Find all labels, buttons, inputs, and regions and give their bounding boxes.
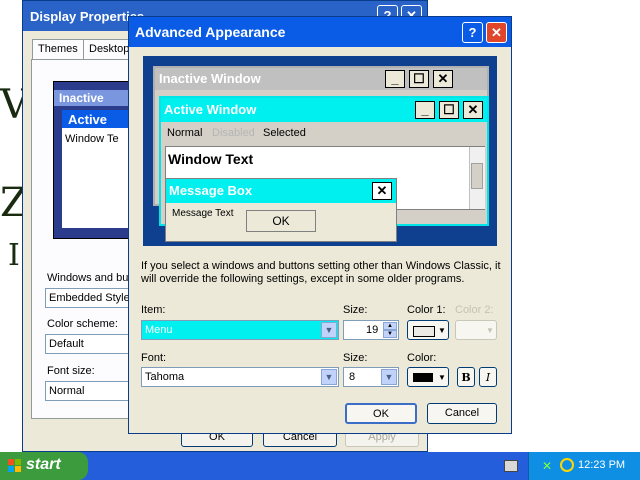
font-color-swatch [413,373,433,382]
menu-selected: Selected [263,127,306,139]
italic-toggle-button[interactable]: I [479,367,497,387]
start-label: start [26,456,61,473]
bold-toggle-button[interactable]: B [457,367,475,387]
clock[interactable]: 12:23 PM [578,459,625,471]
maximize-glyph: ☐ [413,71,425,86]
advanced-appearance-dialog: Advanced Appearance ? ✕ Inactive Window … [128,16,512,434]
item-label: Item: [141,304,166,316]
maximize-glyph: ☐ [443,102,455,117]
maximize-icon: ☐ [439,101,459,119]
network-icon[interactable]: ✕ [542,459,556,473]
chevron-down-icon: ▼ [438,373,446,382]
spinner-down-icon[interactable]: ▼ [383,330,397,338]
advanced-appearance-titlebar[interactable]: Advanced Appearance ? ✕ [129,17,511,47]
windows-buttons-label: Windows and but [47,272,132,284]
close-icon: ✕ [433,70,453,88]
help-button[interactable]: ? [462,22,483,43]
preview-scrollbar [469,147,485,209]
color-scheme-select[interactable]: Default [45,334,135,354]
maximize-icon: ☐ [409,70,429,88]
font-size-label: Size: [343,352,368,364]
inactive-window-title: Inactive Window [159,71,261,86]
cancel-button[interactable]: Cancel [427,403,497,424]
minimize-icon: _ [415,101,435,119]
preview-ok-button: OK [246,210,316,232]
bold-icon: B [461,371,471,384]
select-value: Tahoma [145,371,185,383]
minimize-glyph: _ [421,102,429,117]
preview-message-box: Message Box ✕ Message Text OK [165,178,397,242]
close-glyph: ✕ [376,183,388,198]
menu-disabled: Disabled [212,127,255,139]
ok-button[interactable]: OK [345,403,417,424]
close-icon: ✕ [463,101,483,119]
close-glyph: ✕ [467,102,479,117]
appearance-preview-area[interactable]: Inactive Window _ ☐ ✕ Active Window _ ☐ … [143,56,497,246]
button-label: Cancel [444,407,480,419]
select-value: Default [49,338,84,350]
active-window-title: Active [68,112,108,127]
chevron-down-icon: ▼ [438,326,446,335]
active-window-titlebar: Active Window _ ☐ ✕ [161,98,487,122]
chevron-down-icon[interactable]: ▼ [321,322,337,338]
dialog-title: Advanced Appearance [135,24,286,40]
font-size-select[interactable]: 8 ▼ [343,367,399,387]
color1-label: Color 1: [407,304,446,316]
minimize-glyph: _ [391,71,399,86]
keyboard-icon[interactable] [504,460,518,472]
inactive-window-titlebar: Inactive Window _ ☐ ✕ [155,68,487,90]
tab-label: Themes [38,43,78,55]
minimize-icon: _ [385,70,405,88]
select-value: Normal [49,385,85,397]
font-size-select[interactable]: Normal [45,381,135,401]
button-label: OK [272,214,290,228]
spinner-value: 19 [366,324,379,336]
window-text: Window Te [65,133,119,145]
size-label: Size: [343,304,368,316]
active-window-title: Active Window [164,102,257,117]
windows-buttons-select[interactable]: Embedded Style [45,288,135,308]
window-text: Window Text [168,151,254,167]
chevron-down-icon[interactable]: ▼ [381,369,397,385]
color-scheme-label: Color scheme: [47,318,118,330]
message-text: Message Text [172,208,234,219]
button-label: OK [373,408,389,420]
color2-picker-button[interactable]: ▼ [455,320,497,340]
close-button[interactable]: ✕ [486,22,507,43]
search-icon[interactable] [560,458,574,472]
tab-desktop[interactable]: Desktop [83,39,135,59]
chevron-down-icon[interactable]: ▼ [321,369,337,385]
scrollbar-thumb [471,163,483,189]
close-icon: ✕ [491,25,502,40]
italic-icon: I [485,371,491,384]
color2-label: Color 2: [455,304,494,316]
select-value: 8 [349,371,356,383]
info-text: If you select a windows and buttons sett… [141,260,501,285]
item-select[interactable]: Menu ▼ [141,320,339,340]
font-label: Font: [141,352,167,364]
tab-themes[interactable]: Themes [32,39,84,59]
color1-picker-button[interactable]: ▼ [407,320,449,340]
tab-label: Desktop [89,43,130,55]
message-box-titlebar: Message Box ✕ [166,179,396,203]
font-select[interactable]: Tahoma ▼ [141,367,339,387]
color1-swatch [413,326,435,337]
chevron-down-icon: ▼ [486,326,494,335]
font-color-label: Color: [407,352,437,364]
size-spinner[interactable]: 19 ▲ ▼ [343,320,399,340]
message-box-title: Message Box [169,183,253,198]
font-size-label: Font size: [47,365,95,377]
select-value: Menu [145,324,173,336]
font-color-picker-button[interactable]: ▼ [407,367,449,387]
menu-normal: Normal [167,127,203,139]
select-value: Embedded Style [49,292,130,304]
desktop-glyph: I [8,238,20,273]
close-glyph: ✕ [437,71,449,86]
help-icon: ? [468,25,477,40]
close-icon: ✕ [372,182,392,200]
windows-logo-icon [8,459,22,473]
inactive-window-title: Inactive [59,91,104,105]
spinner-up-icon[interactable]: ▲ [383,322,397,330]
